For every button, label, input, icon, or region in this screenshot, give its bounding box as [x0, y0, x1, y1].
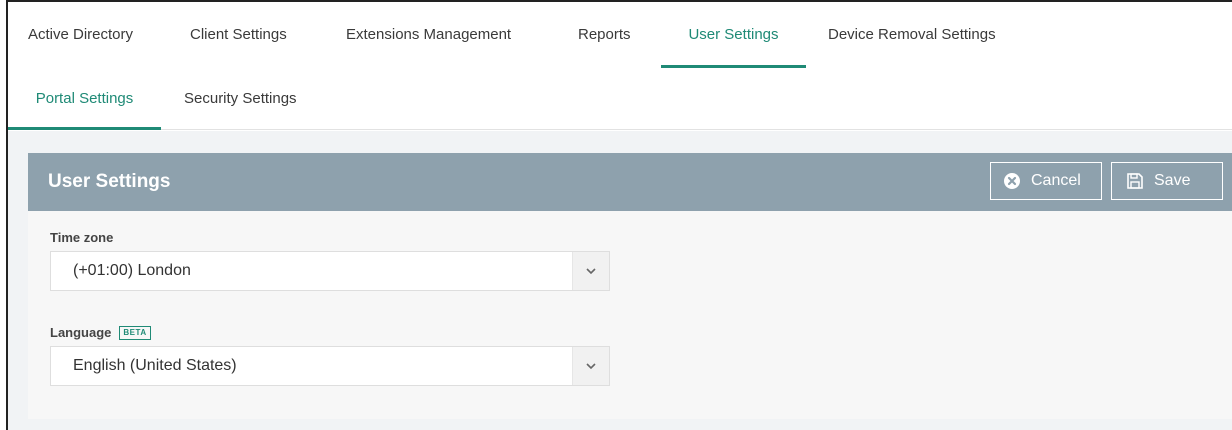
cancel-label: Cancel: [1031, 172, 1081, 189]
save-label: Save: [1154, 172, 1191, 189]
tab-label: User Settings: [688, 26, 779, 43]
timezone-label: Time zone: [50, 230, 114, 245]
tab-active-directory[interactable]: Active Directory: [28, 2, 133, 68]
tab-extensions-management[interactable]: Extensions Management: [346, 2, 511, 68]
tab-security-settings[interactable]: Security Settings: [184, 68, 297, 130]
tab-label: Client Settings: [190, 26, 287, 43]
cancel-button[interactable]: Cancel: [990, 162, 1102, 200]
tab-reports[interactable]: Reports: [578, 2, 631, 68]
language-value: English (United States): [73, 357, 237, 374]
tab-label: Reports: [578, 26, 631, 43]
tab-label: Portal Settings: [35, 90, 134, 107]
cancel-icon: [1003, 172, 1021, 190]
timezone-select[interactable]: (+01:00) London: [50, 251, 610, 291]
tab-client-settings[interactable]: Client Settings: [190, 2, 287, 68]
save-icon: [1126, 172, 1144, 190]
tab-label: Device Removal Settings: [828, 26, 996, 43]
chevron-down-icon[interactable]: [572, 252, 609, 290]
language-label-row: Language BETA: [50, 325, 151, 340]
tab-user-settings[interactable]: User Settings: [661, 2, 806, 68]
tab-label: Active Directory: [28, 26, 134, 43]
settings-tab-bar: Active Directory Client Settings Extensi…: [8, 2, 1232, 68]
user-settings-panel: User Settings Cancel Save Time zone (+01…: [28, 153, 1232, 419]
language-select[interactable]: English (United States): [50, 346, 610, 386]
beta-badge: BETA: [119, 326, 151, 340]
tab-label: Security Settings: [184, 90, 297, 107]
tab-portal-settings[interactable]: Portal Settings: [8, 68, 161, 130]
tab-device-removal-settings[interactable]: Device Removal Settings: [828, 2, 996, 68]
active-tab-indicator: [8, 127, 161, 130]
panel-title: User Settings: [48, 171, 171, 192]
sub-tab-bar: Portal Settings Security Settings: [8, 68, 1232, 130]
panel-header: User Settings Cancel Save: [28, 153, 1232, 211]
chevron-down-icon[interactable]: [572, 347, 609, 385]
timezone-value: (+01:00) London: [73, 262, 191, 279]
save-button[interactable]: Save: [1111, 162, 1223, 200]
language-label: Language: [50, 325, 112, 340]
tab-label: Extensions Management: [346, 26, 512, 43]
